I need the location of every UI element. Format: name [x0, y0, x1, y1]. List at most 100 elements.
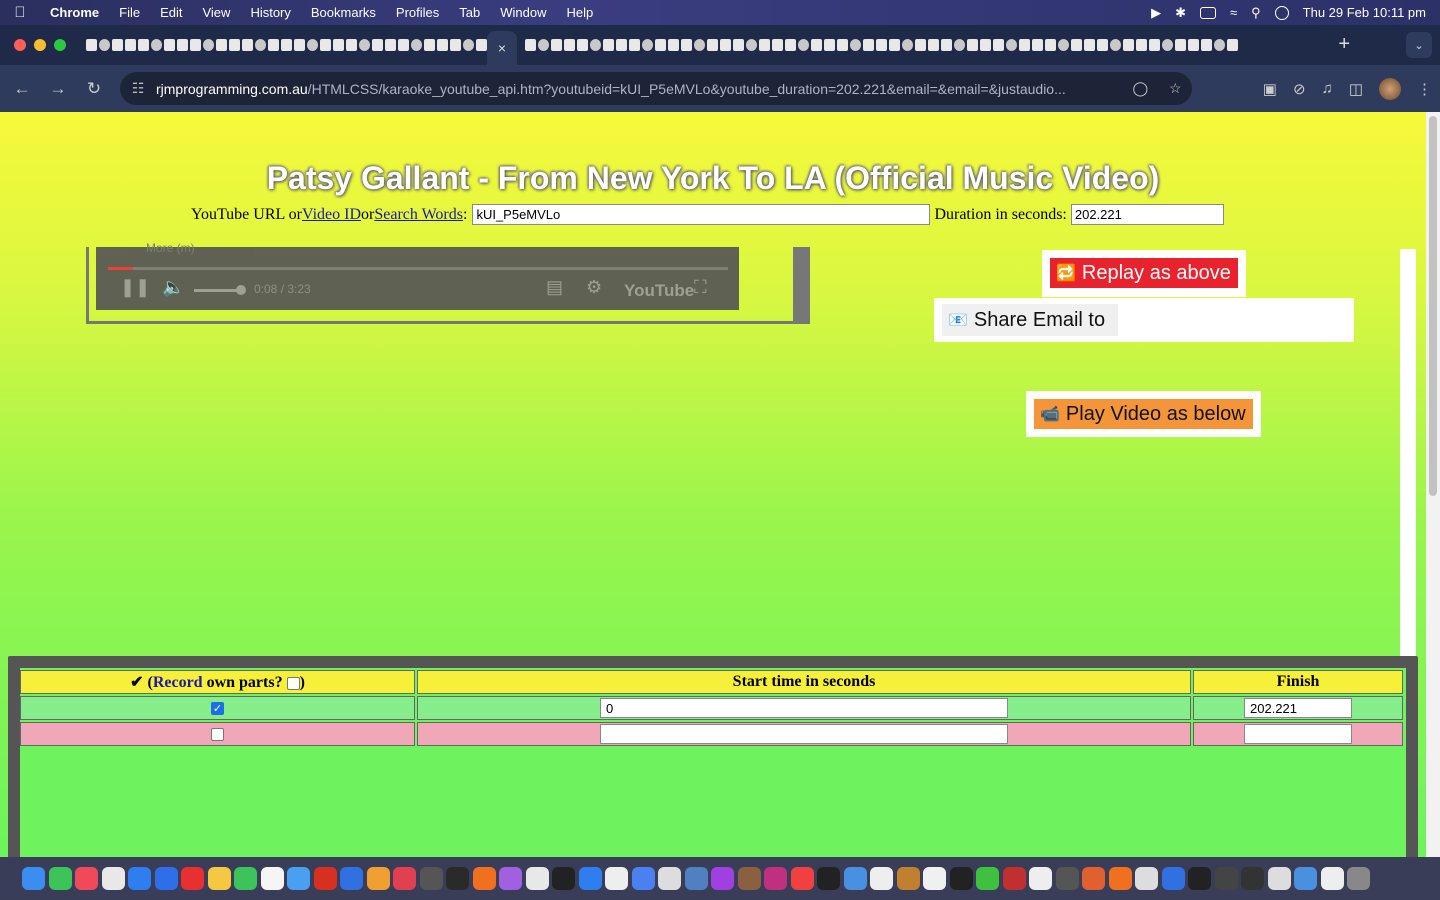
dock-app-icon[interactable] — [923, 867, 946, 890]
menu-tab[interactable]: Tab — [449, 5, 490, 20]
pinned-tab-favicon[interactable] — [268, 39, 279, 51]
pinned-tab-favicon[interactable] — [294, 39, 305, 51]
dock-app-icon[interactable] — [499, 867, 522, 890]
pinned-tab-favicon[interactable] — [785, 39, 796, 51]
pinned-tab-favicon[interactable] — [707, 39, 718, 51]
replay-button[interactable]: 🔁 Replay as above — [1050, 258, 1238, 288]
menu-profiles[interactable]: Profiles — [386, 5, 449, 20]
side-panel-icon[interactable]: ◫ — [1349, 80, 1363, 98]
pinned-tab-favicon[interactable] — [1084, 39, 1095, 51]
bluetooth-icon[interactable]: ✱ — [1175, 5, 1186, 21]
play-video-button[interactable]: 📹 Play Video as below — [1034, 399, 1253, 429]
play-status-icon[interactable]: ▶ — [1151, 5, 1161, 21]
pinned-tab-favicon[interactable] — [863, 39, 874, 51]
menu-edit[interactable]: Edit — [150, 5, 192, 20]
youtube-player[interactable]: More (m) ❚❚ 🔈 0:08 / 3:23 ▤ ⚙ YouTube ⛶ — [96, 241, 739, 310]
settings-gear-icon[interactable]: ⚙ — [586, 277, 602, 298]
pinned-tab-favicon[interactable] — [876, 39, 887, 51]
pinned-tab-favicon[interactable] — [850, 39, 861, 51]
pinned-tab-favicon[interactable] — [190, 39, 201, 51]
pinned-tab-favicon[interactable] — [564, 39, 575, 51]
pinned-tab-favicon[interactable] — [229, 39, 240, 51]
dock-app-icon[interactable] — [22, 867, 45, 890]
dock-app-icon[interactable] — [1267, 867, 1291, 890]
row-2-finish-input[interactable] — [1244, 724, 1352, 744]
record-own-parts-checkbox[interactable] — [286, 676, 300, 690]
pinned-tab-favicon[interactable] — [954, 39, 965, 51]
pinned-tab-favicon[interactable] — [242, 39, 253, 51]
pinned-tab-favicon[interactable] — [346, 39, 357, 51]
address-bar[interactable]: ☷ rjmprogramming.com.au/HTMLCSS/karaoke_… — [120, 72, 1192, 105]
row-2-checkbox[interactable] — [211, 727, 224, 741]
dock-app-icon[interactable] — [1002, 867, 1026, 890]
scrollbar-thumb[interactable] — [1429, 116, 1437, 496]
dock-app-icon[interactable] — [446, 867, 469, 890]
pinned-tab-favicon[interactable] — [928, 39, 939, 51]
dock-app-icon[interactable] — [48, 867, 72, 890]
pinned-tab-favicon[interactable] — [720, 39, 731, 51]
dock-app-icon[interactable] — [578, 867, 602, 890]
pinned-tab-favicon[interactable] — [1006, 39, 1017, 51]
dock-app-icon[interactable] — [1029, 867, 1052, 890]
dock-app-icon[interactable] — [260, 867, 284, 890]
dock-app-icon[interactable] — [525, 867, 549, 890]
pinned-tab-favicon[interactable] — [307, 39, 318, 51]
dock-app-icon[interactable] — [631, 867, 655, 890]
control-center-icon[interactable] — [1274, 5, 1289, 20]
pinned-tab-favicon[interactable] — [993, 39, 1004, 51]
extensions-puzzle-icon[interactable]: ▣ — [1263, 80, 1277, 98]
dock-app-icon[interactable] — [552, 867, 575, 890]
pinned-tab-favicon[interactable] — [320, 39, 331, 51]
dock-app-icon[interactable] — [1082, 867, 1105, 890]
pinned-tab-favicon[interactable] — [112, 39, 123, 51]
dock-app-icon[interactable] — [843, 867, 867, 890]
menu-view[interactable]: View — [192, 5, 240, 20]
pinned-tab-favicon[interactable] — [603, 39, 614, 51]
pinned-tab-favicon[interactable] — [398, 39, 409, 51]
menu-chrome[interactable]: Chrome — [40, 5, 109, 20]
dock-app-icon[interactable] — [1135, 867, 1158, 890]
pinned-tab-favicon[interactable] — [551, 39, 562, 51]
profile-avatar[interactable] — [1379, 77, 1401, 100]
eye-slash-icon[interactable]: ◯ — [1132, 80, 1148, 97]
dock-app-icon[interactable] — [75, 867, 98, 890]
dock-app-icon[interactable] — [101, 867, 125, 890]
menu-history[interactable]: History — [240, 5, 300, 20]
pinned-tab-favicon[interactable] — [359, 39, 370, 51]
wifi-icon[interactable]: ≈ — [1230, 5, 1237, 20]
pinned-tab-favicon[interactable] — [967, 39, 978, 51]
dock-app-icon[interactable] — [181, 867, 204, 890]
dock-app-icon[interactable] — [1214, 867, 1238, 890]
apple-menu-icon[interactable]:  — [0, 4, 40, 21]
dock-app-icon[interactable] — [287, 867, 310, 890]
dock-app-icon[interactable] — [207, 867, 231, 890]
pinned-tab-favicon[interactable] — [746, 39, 757, 51]
zoom-window-icon[interactable] — [54, 39, 66, 51]
dock-app-icon[interactable] — [340, 867, 363, 890]
row-1-finish-input[interactable] — [1244, 698, 1352, 718]
dock-app-icon[interactable] — [1294, 867, 1317, 890]
pinned-tab-favicon[interactable] — [1227, 39, 1238, 51]
pinned-tab-favicon[interactable] — [1162, 39, 1173, 51]
pinned-tab-favicon[interactable] — [798, 39, 809, 51]
pinned-tab-favicon[interactable] — [616, 39, 627, 51]
pinned-tab-favicon[interactable] — [203, 39, 214, 51]
pinned-tab-favicon[interactable] — [733, 39, 744, 51]
pinned-tab-favicon[interactable] — [837, 39, 848, 51]
spotlight-search-icon[interactable]: ⚲ — [1251, 5, 1261, 21]
pinned-tab-favicon[interactable] — [476, 39, 487, 51]
dock-app-icon[interactable] — [737, 867, 761, 890]
pinned-tab-favicon[interactable] — [1058, 39, 1069, 51]
captions-icon[interactable]: ▤ — [546, 277, 563, 298]
pinned-tab-favicon[interactable] — [1032, 39, 1043, 51]
dock-app-icon[interactable] — [684, 867, 708, 890]
video-id-link[interactable]: Video ID — [302, 206, 361, 224]
url-text[interactable]: rjmprogramming.com.au/HTMLCSS/karaoke_yo… — [156, 81, 1122, 97]
dock-app-icon[interactable] — [1161, 867, 1185, 890]
forward-arrow-icon[interactable]: → — [40, 79, 76, 99]
youtube-logo[interactable]: YouTube — [624, 281, 694, 301]
menu-clock[interactable]: Thu 29 Feb 10:11 pm — [1303, 5, 1426, 20]
fullscreen-icon[interactable]: ⛶ — [694, 277, 707, 298]
volume-slider[interactable] — [194, 285, 246, 295]
pinned-tab-favicon[interactable] — [811, 39, 822, 51]
